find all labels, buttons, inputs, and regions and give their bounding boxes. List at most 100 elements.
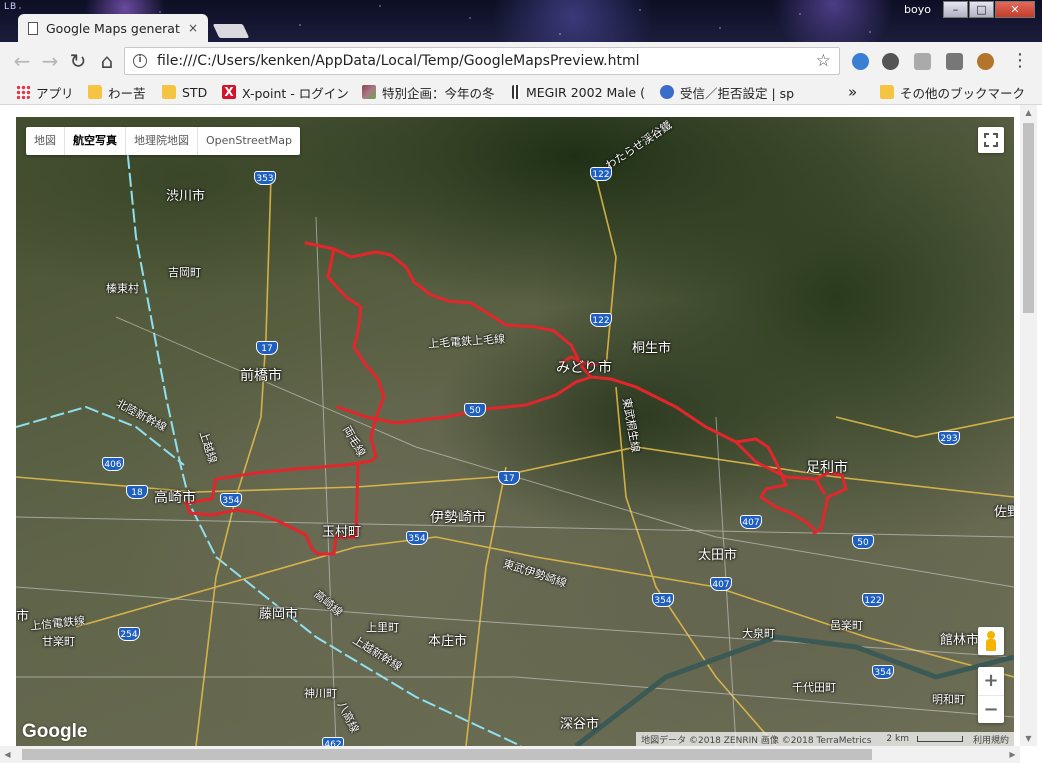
- tab-active[interactable]: Google Maps generate ×: [18, 14, 208, 42]
- place-label: 明和町: [932, 693, 965, 706]
- place-label: 藤岡市: [259, 607, 299, 622]
- bookmark-apps[interactable]: アプリ: [16, 83, 74, 101]
- map-type-control: 地図 航空写真 地理院地図 OpenStreetMap: [26, 127, 301, 155]
- bookmark-label: その他のブックマーク: [900, 85, 1026, 101]
- bookmark-folder-wakku[interactable]: わー苦: [88, 83, 146, 101]
- route-shield: 254: [118, 627, 140, 641]
- fullscreen-icon[interactable]: [978, 127, 1004, 153]
- address-bar[interactable]: i file:///C:/Users/kenken/AppData/Local/…: [124, 47, 840, 75]
- scale-label: 2 km: [886, 734, 909, 744]
- route-shield: 406: [102, 457, 124, 471]
- scale-control[interactable]: 2 km: [876, 734, 968, 744]
- route-shield: 50: [464, 403, 486, 417]
- bookmark-x-point[interactable]: X X-point - ログイン: [222, 83, 349, 101]
- vertical-scroll-thumb[interactable]: [1023, 123, 1034, 313]
- folder-icon: [880, 85, 894, 99]
- place-label: 吉岡町: [168, 266, 201, 279]
- place-label: みどり市: [556, 360, 612, 376]
- route-shield: 293: [938, 431, 960, 445]
- map-type-satellite[interactable]: 航空写真: [65, 127, 126, 155]
- back-button[interactable]: ←: [10, 50, 34, 72]
- bookmark-megir[interactable]: MEGIR 2002 Male (: [512, 83, 645, 101]
- new-tab-button[interactable]: [212, 24, 250, 38]
- bookmarks-bar: アプリ わー苦 STD X X-point - ログイン 特別企画：今年の冬 M…: [0, 80, 1042, 105]
- browser-menu-icon[interactable]: ⋮: [1008, 50, 1032, 72]
- terms-link[interactable]: 利用規約: [968, 733, 1014, 746]
- other-bookmarks[interactable]: その他のブックマーク: [880, 83, 1025, 101]
- road-line: [16, 516, 1014, 538]
- scroll-up-arrow-icon[interactable]: ▲: [1020, 105, 1037, 120]
- place-label: 高崎市: [154, 490, 196, 506]
- bookmark-special[interactable]: 特別企画：今年の冬: [362, 83, 495, 101]
- bookmark-star-icon[interactable]: ☆: [816, 51, 831, 71]
- pegman-icon[interactable]: [978, 627, 1004, 655]
- route-shield: 17: [256, 341, 278, 355]
- bookmark-label: 受信／拒否設定 | sp: [680, 85, 795, 101]
- bookmarks-overflow-button[interactable]: »: [848, 83, 857, 101]
- vertical-scrollbar[interactable]: ▲ ▼: [1020, 105, 1037, 746]
- profile-name[interactable]: boyo: [904, 3, 931, 16]
- zoom-out-button[interactable]: −: [978, 696, 1004, 724]
- scroll-right-arrow-icon[interactable]: ▶: [1005, 746, 1020, 763]
- bookmark-label: STD: [182, 84, 208, 100]
- zoom-control: + −: [978, 667, 1004, 723]
- place-label: 大泉町: [742, 627, 775, 640]
- page-viewport: 渋川市 吉岡町 榛東村 前橋市 高崎市 玉村町 伊勢崎市 みどり市 桐生市 足利…: [0, 105, 1042, 771]
- zoom-in-button[interactable]: +: [978, 667, 1004, 696]
- info-icon[interactable]: i: [133, 54, 147, 68]
- close-window-button[interactable]: ✕: [995, 1, 1035, 18]
- route-shield: 122: [862, 593, 884, 607]
- maximize-button[interactable]: □: [969, 1, 994, 18]
- railway-line: [125, 136, 522, 746]
- place-label: 前橋市: [240, 368, 282, 384]
- map-type-osm[interactable]: OpenStreetMap: [198, 127, 300, 155]
- place-label: 桐生市: [632, 341, 672, 356]
- place-label: 本庄市: [428, 634, 468, 649]
- forward-button[interactable]: →: [38, 50, 62, 72]
- map-type-gsi[interactable]: 地理院地図: [126, 127, 198, 155]
- map-overlay: [16, 136, 1014, 746]
- minimize-button[interactable]: –: [943, 1, 968, 18]
- extension-circle-icon[interactable]: [882, 53, 899, 70]
- map-attribution: 地図データ ©2018 ZENRIN 画像 ©2018 TerraMetrics…: [636, 732, 1014, 746]
- horizontal-scrollbar[interactable]: ◀ ▶: [0, 746, 1020, 763]
- route-shield: 18: [126, 485, 148, 499]
- url-text[interactable]: file:///C:/Users/kenken/AppData/Local/Te…: [157, 53, 816, 69]
- scroll-down-arrow-icon[interactable]: ▼: [1020, 731, 1037, 746]
- extension-pin-icon[interactable]: [946, 53, 963, 70]
- folder-icon: [162, 85, 176, 99]
- extension-gray-icon[interactable]: [914, 53, 931, 70]
- bookmark-reception[interactable]: 受信／拒否設定 | sp: [660, 83, 794, 101]
- route-shield: 407: [710, 577, 732, 591]
- google-logo[interactable]: Google: [22, 721, 87, 743]
- bookmark-label: アプリ: [36, 85, 74, 101]
- route-shield: 462: [322, 737, 344, 746]
- place-label: 上里町: [366, 621, 399, 634]
- bookmark-folder-std[interactable]: STD: [162, 83, 207, 101]
- scale-bar: [916, 735, 963, 742]
- tab-close-icon[interactable]: ×: [188, 21, 198, 35]
- reload-button[interactable]: ↻: [66, 50, 90, 72]
- map-type-roadmap[interactable]: 地図: [26, 127, 65, 155]
- corner-badge: LB: [4, 2, 18, 12]
- place-label: 佐野: [994, 505, 1014, 520]
- extension-avatar-icon[interactable]: [977, 53, 994, 70]
- barcode-icon: [512, 85, 520, 99]
- place-label: 邑楽町: [830, 619, 863, 632]
- place-label: 深谷市: [560, 717, 600, 732]
- bookmark-label: わー苦: [108, 85, 146, 101]
- x-point-icon: X: [222, 85, 236, 99]
- place-label: 渋川市: [166, 189, 206, 204]
- folder-icon: [88, 85, 102, 99]
- home-button[interactable]: ⌂: [95, 50, 119, 72]
- scroll-left-arrow-icon[interactable]: ◀: [0, 746, 15, 763]
- route-shield: 407: [740, 515, 762, 529]
- map-canvas[interactable]: 渋川市 吉岡町 榛東村 前橋市 高崎市 玉村町 伊勢崎市 みどり市 桐生市 足利…: [16, 117, 1014, 746]
- site-circle-icon: [660, 85, 674, 99]
- place-label: 玉村町: [322, 525, 362, 540]
- route-shield: 122: [590, 313, 612, 327]
- extension-ie-icon[interactable]: [852, 53, 869, 70]
- horizontal-scroll-thumb[interactable]: [22, 749, 872, 760]
- bookmark-label: MEGIR 2002 Male (: [526, 84, 645, 100]
- tab-title: Google Maps generate: [46, 20, 180, 36]
